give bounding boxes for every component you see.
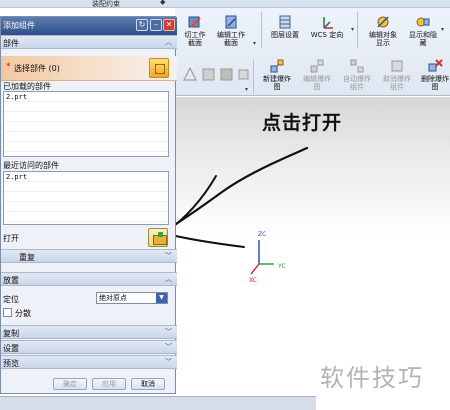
yc-axis-label: YC — [277, 263, 286, 270]
recent-parts-list[interactable]: 2.prt — [3, 171, 169, 225]
watermark-text: 软件技巧 — [320, 364, 424, 392]
positioning-label: 定位 — [3, 295, 19, 304]
section-part-header[interactable]: 部件 ︿ — [1, 35, 177, 49]
expand-icon[interactable]: ﹀ — [163, 357, 174, 368]
close-button[interactable]: ✕ — [163, 19, 175, 31]
section-preview-label: 预览 — [3, 359, 19, 368]
add-component-dialog: 添加组件 ↻ – ✕ 部件 ︿ * 选择部件 (0) 已加载的部件 2.prt … — [0, 16, 177, 394]
list-item[interactable] — [4, 212, 168, 222]
expand-icon[interactable]: ﹀ — [163, 327, 174, 338]
dropdown-arrow-icon[interactable]: ▼ — [156, 293, 167, 303]
list-item[interactable] — [4, 202, 168, 212]
xc-axis-label: XC — [249, 277, 257, 284]
list-item[interactable] — [4, 142, 168, 152]
section-copy-label: 复制 — [3, 329, 19, 338]
cancel-button[interactable]: 取消 — [131, 378, 165, 390]
section-part-label: 部件 — [3, 39, 19, 48]
section-repeat-header[interactable]: 重复 ﹀ — [1, 249, 177, 263]
collapse-icon[interactable]: ︿ — [163, 274, 174, 285]
list-item[interactable] — [4, 102, 168, 112]
positioning-value: 绝对原点 — [99, 294, 127, 302]
list-item[interactable] — [4, 192, 168, 202]
open-folder-icon[interactable] — [148, 228, 168, 247]
scatter-checkbox[interactable] — [3, 308, 12, 317]
section-placement-label: 放置 — [3, 276, 19, 285]
bottom-status-bar — [0, 396, 316, 410]
expand-icon[interactable]: ﹀ — [163, 342, 174, 353]
dialog-title-bar[interactable]: 添加组件 ↻ – ✕ — [1, 17, 177, 35]
required-star: * — [6, 62, 11, 72]
select-part-label: 选择部件 (0) — [14, 64, 60, 73]
minimize-button[interactable]: – — [150, 19, 162, 31]
expand-icon[interactable]: ﹀ — [163, 251, 174, 262]
section-repeat-label: 重复 — [19, 253, 35, 262]
list-item[interactable] — [4, 182, 168, 192]
apply-button[interactable]: 应用 — [92, 378, 126, 390]
open-label: 打开 — [3, 234, 19, 243]
positioning-select[interactable]: 绝对原点 ▼ — [96, 292, 168, 304]
list-item[interactable] — [4, 132, 168, 142]
dialog-title: 添加组件 — [3, 21, 35, 30]
zc-axis-label: ZC — [258, 231, 266, 238]
list-item[interactable]: 2.prt — [4, 92, 168, 102]
list-item[interactable]: 2.prt — [4, 172, 168, 182]
list-item[interactable] — [4, 122, 168, 132]
select-part-icon[interactable] — [149, 58, 169, 78]
loaded-parts-list[interactable]: 2.prt — [3, 91, 169, 157]
section-settings-label: 设置 — [3, 344, 19, 353]
scatter-label: 分散 — [15, 309, 31, 318]
section-preview-header[interactable]: 预览 ﹀ — [1, 355, 177, 369]
collapse-icon[interactable]: ︿ — [163, 37, 174, 48]
section-copy-header[interactable]: 复制 ﹀ — [1, 325, 177, 339]
list-item[interactable] — [4, 112, 168, 122]
section-placement-header[interactable]: 放置 ︿ — [1, 272, 177, 286]
section-settings-header[interactable]: 设置 ﹀ — [1, 340, 177, 354]
restore-button[interactable]: ↻ — [136, 19, 148, 31]
watermark-panel: 软件技巧 — [316, 342, 450, 410]
ok-button[interactable]: 确定 — [53, 378, 87, 390]
recent-parts-label: 最近访问的部件 — [3, 161, 59, 170]
wcs-triad: ZC YC XC — [249, 231, 286, 284]
select-part-row[interactable]: * 选择部件 (0) — [1, 56, 177, 81]
